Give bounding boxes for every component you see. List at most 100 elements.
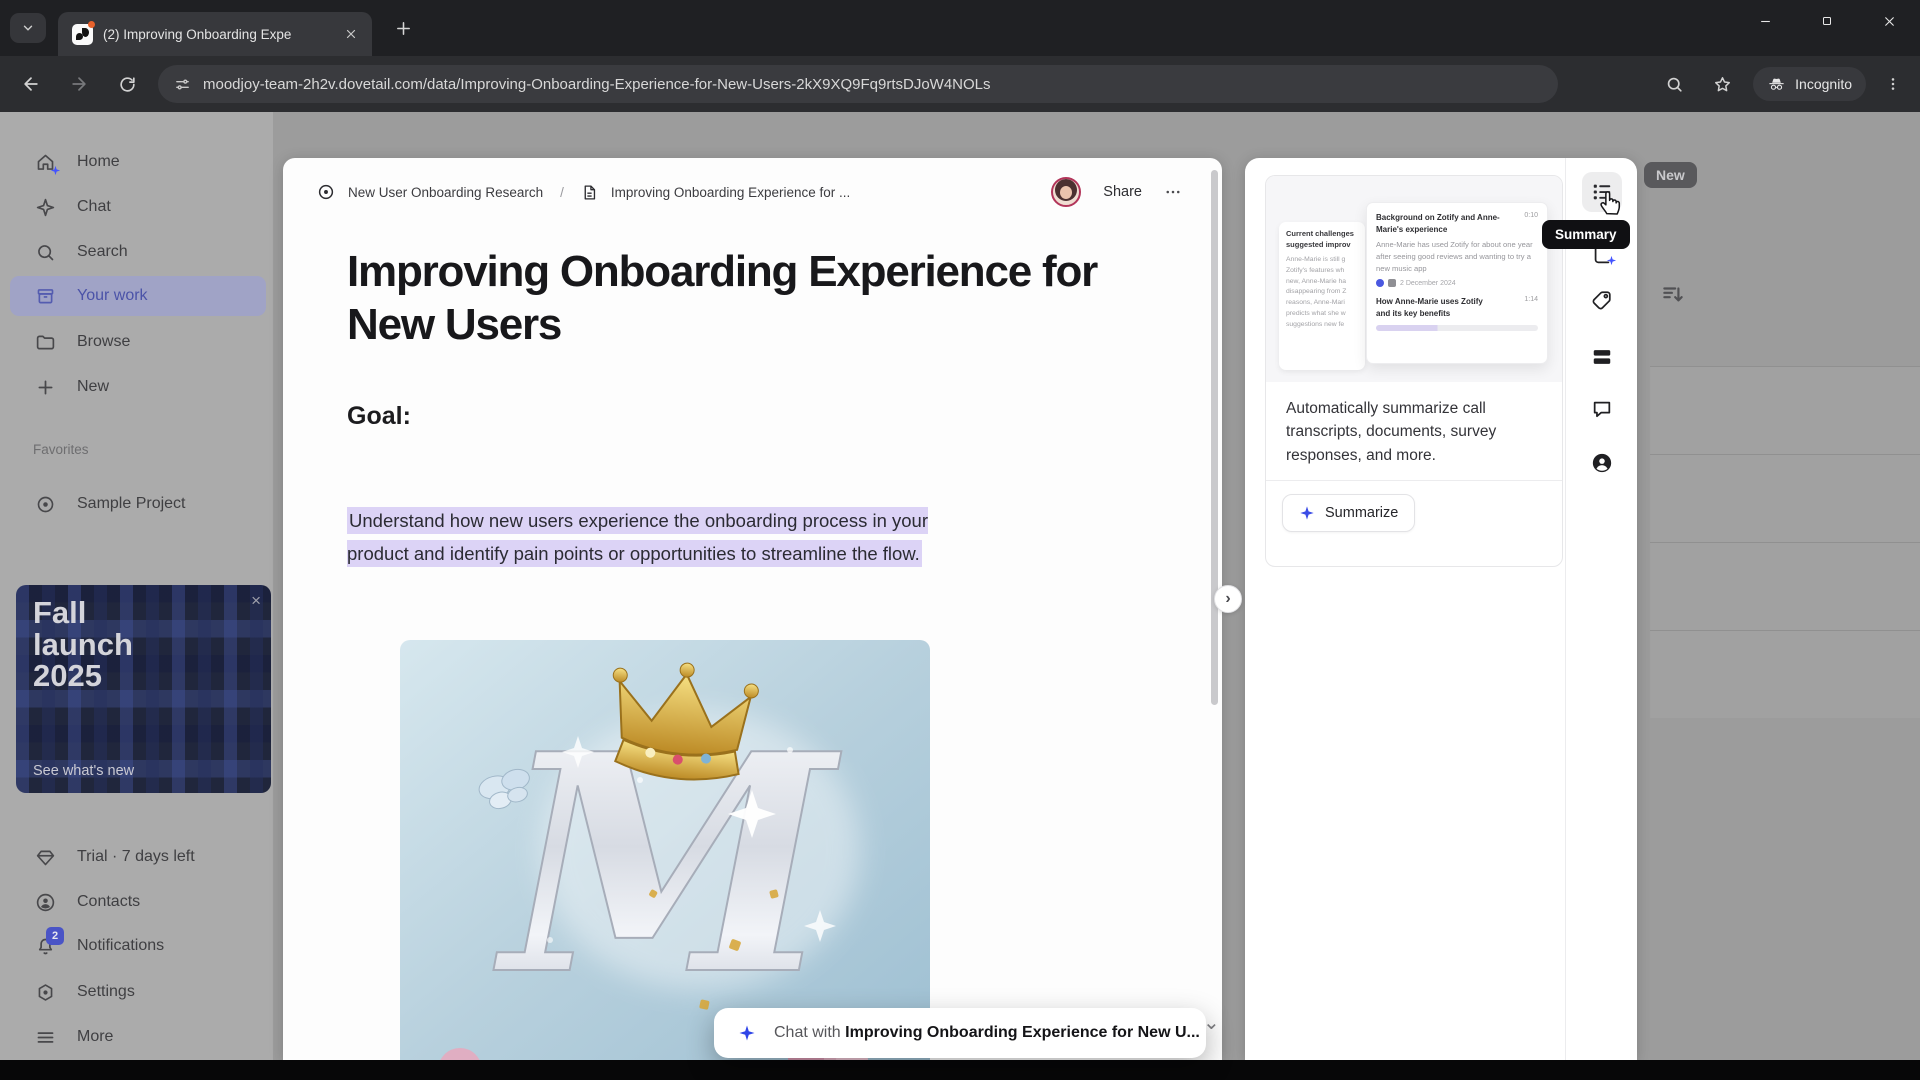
sidebar-item-browse[interactable]: Browse [10,322,266,362]
new-tab-button[interactable] [388,13,418,43]
home-icon [33,150,61,176]
browser-toolbar: moodjoy-team-2h2v.dovetail.com/data/Impr… [0,56,1920,112]
sidebar-item-label: Contacts [77,893,141,910]
goal-paragraph[interactable]: Understand how new users experience the … [347,504,951,570]
comment-icon [1593,401,1611,418]
chat-with-doc-bar[interactable]: Chat with Improving Onboarding Experienc… [714,1008,1206,1058]
breadcrumb-doc[interactable]: Improving Onboarding Experience for ... [611,185,850,200]
sidebar-item-notifications[interactable]: 2 Notifications [10,926,266,966]
sidebar-item-sample-project[interactable]: Sample Project [10,484,266,524]
tags-tab-button[interactable] [1591,289,1613,311]
plus-icon [33,375,57,399]
sidebar-item-label: Browse [77,333,131,350]
sparkle-dot-icon [50,165,61,176]
browser-menu-icon[interactable] [1876,67,1910,101]
doc-more-icon[interactable] [1164,183,1182,201]
panel-icon-rail [1565,158,1637,1060]
sparkle-icon [1300,506,1314,520]
highlighted-text[interactable]: Understand how new users experience the … [347,507,928,567]
search-icon [33,240,57,264]
incognito-badge[interactable]: Incognito [1753,67,1866,101]
site-info-icon[interactable] [174,76,191,93]
url-text[interactable]: moodjoy-team-2h2v.dovetail.com/data/Impr… [203,76,991,93]
sparkle-icon [739,1025,755,1041]
fall-launch-promo-card[interactable]: Fall launch 2025 × See what's new [16,585,271,793]
fields-tab-button[interactable] [1591,346,1613,368]
chat-bar-text: Chat with Improving Onboarding Experienc… [774,1024,1200,1041]
bookmark-star-icon[interactable] [1705,67,1739,101]
browser-tab[interactable]: (2) Improving Onboarding Expe [58,12,372,56]
notification-dot-icon [88,20,95,28]
more-lines-icon [33,1025,57,1049]
window-controls [1734,0,1920,42]
share-button[interactable]: Share [1103,184,1142,200]
preview-back-card: Current challenges suggested improv Anne… [1279,222,1365,370]
toolbar-right: Incognito [1643,67,1910,101]
forward-button[interactable] [62,67,96,101]
speaker-dot-icon [1376,279,1384,288]
preview-front-card: Background on Zotify and Anne-Marie's ex… [1366,202,1548,364]
address-bar[interactable]: moodjoy-team-2h2v.dovetail.com/data/Impr… [158,65,1558,103]
breadcrumb-separator: / [560,184,564,200]
tab-search-button[interactable] [10,13,46,43]
search-tabs-icon[interactable] [1657,67,1691,101]
incognito-label: Incognito [1795,76,1852,92]
breadcrumb-project[interactable]: New User Onboarding Research [348,185,543,200]
sidebar-item-label: Trial · 7 days left [77,848,195,865]
promo-link[interactable]: See what's new [33,763,134,779]
document-card: New User Onboarding Research / Improving… [283,158,1222,1060]
panel-collapse-button[interactable]: › [1214,585,1242,613]
screen: (2) Improving Onboarding Expe moodjoy-te… [0,0,1920,1080]
sidebar-item-trial[interactable]: Trial · 7 days left [10,837,266,877]
window-maximize-button[interactable] [1796,0,1858,42]
back-button[interactable] [14,67,48,101]
sidebar-item-label: Chat [77,198,111,215]
mouse-cursor-icon [1597,188,1625,216]
reload-button[interactable] [110,67,144,101]
promo-close-icon[interactable]: × [251,591,261,611]
sidebar-item-new[interactable]: New [10,367,266,407]
tag-icon [1592,291,1611,310]
sidebar-item-search[interactable]: Search [10,232,266,272]
chat-doc-name: Improving Onboarding Experience for New … [845,1024,1200,1041]
favorites-label: Favorites [33,442,89,457]
sidebar-item-more[interactable]: More [10,1017,266,1057]
project-target-icon [318,184,334,200]
document-scrollbar[interactable] [1211,170,1218,705]
sidebar-item-label: More [77,1028,114,1045]
bell-icon: 2 [33,927,64,958]
notification-count-badge: 2 [46,927,64,945]
window-close-button[interactable] [1858,0,1920,42]
document-image[interactable]: M [400,640,930,1060]
comments-tab-button[interactable] [1591,398,1613,420]
sidebar-item-chat[interactable]: Chat [10,187,266,227]
sidebar-item-contacts[interactable]: Contacts [10,882,266,922]
incognito-icon [1769,78,1784,90]
person-icon [1592,453,1612,473]
sidebar-item-home[interactable]: Home [10,142,266,182]
summary-preview-graphic: Current challenges suggested improv Anne… [1266,176,1562,382]
sidebar-item-settings[interactable]: Settings [10,972,266,1012]
gear-icon [33,980,57,1004]
goal-heading[interactable]: Goal: [347,402,411,431]
sort-icon [1660,282,1686,308]
page-title[interactable]: Improving Onboarding Experience for New … [347,246,1147,352]
tab-close-icon[interactable] [340,23,362,45]
sidebar-item-label: Notifications [77,937,165,954]
new-feature-badge: New [1644,162,1697,188]
browser-tabstrip: (2) Improving Onboarding Expe [0,0,1920,56]
your-work-icon [33,284,57,308]
avatar[interactable] [1051,177,1082,207]
summarize-button[interactable]: Summarize [1282,493,1416,532]
sparkle-dot-icon [1606,255,1617,266]
folder-icon [33,330,57,354]
sidebar-item-your-work[interactable]: Your work [10,276,266,316]
taskbar-strip [0,1060,1920,1080]
gem-icon [33,845,57,869]
promo-title: Fall launch 2025 [33,595,133,694]
window-minimize-button[interactable] [1734,0,1796,42]
contacts-icon [33,890,57,914]
breadcrumb: New User Onboarding Research / Improving… [283,172,1222,212]
tab-title: (2) Improving Onboarding Expe [103,26,292,42]
people-tab-button[interactable] [1591,452,1613,474]
